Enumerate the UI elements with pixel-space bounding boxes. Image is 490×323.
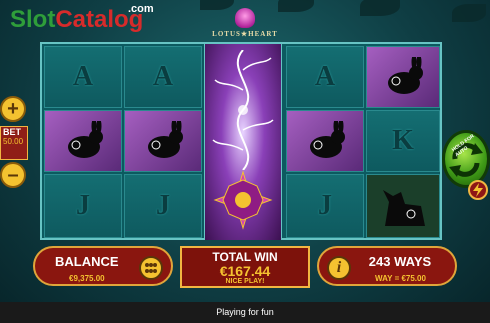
symbol-cat bbox=[366, 174, 440, 238]
leaf-decoration bbox=[278, 0, 314, 12]
menu-button[interactable] bbox=[139, 256, 163, 280]
bet-label: BET bbox=[3, 127, 21, 137]
watermark-com: .com bbox=[128, 3, 154, 15]
watermark-slot: Slot bbox=[10, 6, 56, 33]
symbol-rabbit bbox=[124, 110, 202, 172]
ways-panel: i 243 WAYS WAY = €75.00 bbox=[317, 246, 457, 286]
total-win-panel: TOTAL WIN €167.44 NICE PLAY! bbox=[180, 246, 310, 288]
bottom-bar: BALANCE €9,375.00 TOTAL WIN €167.44 NICE… bbox=[0, 246, 490, 290]
menu-icon bbox=[145, 263, 157, 273]
symbol-j: J bbox=[124, 174, 202, 238]
total-win-label: TOTAL WIN bbox=[212, 250, 278, 264]
lotus-flower-icon bbox=[213, 170, 273, 230]
reel-grid: A J A J A J K bbox=[40, 42, 442, 240]
leaf-decoration bbox=[452, 4, 486, 22]
ways-label: 243 WAYS bbox=[368, 254, 432, 269]
symbol-rabbit bbox=[366, 46, 440, 108]
symbol-k: K bbox=[366, 110, 440, 172]
balance-panel: BALANCE €9,375.00 bbox=[33, 246, 173, 286]
spin-button[interactable]: HOLD FOR AUTO bbox=[442, 130, 490, 188]
game-logo: LOTUS★HEART bbox=[208, 8, 282, 42]
symbol-a: A bbox=[124, 46, 202, 108]
rabbit-icon bbox=[148, 121, 183, 158]
symbol-j: J bbox=[286, 174, 364, 238]
lotus-icon bbox=[235, 8, 255, 28]
leaf-decoration bbox=[360, 0, 400, 16]
logo-text: LOTUS★HEART bbox=[212, 30, 278, 38]
vine-pattern-icon bbox=[212, 50, 274, 170]
footer-status: Playing for fun bbox=[0, 302, 490, 323]
symbol-j: J bbox=[44, 174, 122, 238]
way-value: WAY = €75.00 bbox=[375, 274, 426, 283]
bet-increase-button[interactable]: + bbox=[0, 96, 26, 122]
symbol-rabbit bbox=[286, 110, 364, 172]
total-win-value: €167.44 bbox=[219, 263, 271, 279]
win-message: NICE PLAY! bbox=[225, 278, 265, 285]
balance-value: €9,375.00 bbox=[69, 274, 105, 283]
rabbit-icon bbox=[388, 57, 423, 94]
symbol-a: A bbox=[286, 46, 364, 108]
autoplay-button[interactable] bbox=[468, 180, 488, 200]
rabbit-icon bbox=[68, 121, 103, 158]
bet-decrease-button[interactable]: – bbox=[0, 162, 26, 188]
balance-label: BALANCE bbox=[55, 254, 119, 269]
slotcatalog-watermark: SlotCatalog .com bbox=[10, 3, 154, 34]
cat-icon bbox=[383, 190, 425, 226]
symbol-rabbit bbox=[44, 110, 122, 172]
bet-value: 50.00 bbox=[3, 137, 24, 146]
expanded-wild-reel bbox=[204, 44, 282, 240]
bet-display: BET 50.00 bbox=[0, 126, 28, 160]
lightning-icon bbox=[473, 183, 483, 197]
rabbit-icon bbox=[310, 121, 345, 158]
symbol-a: A bbox=[44, 46, 122, 108]
